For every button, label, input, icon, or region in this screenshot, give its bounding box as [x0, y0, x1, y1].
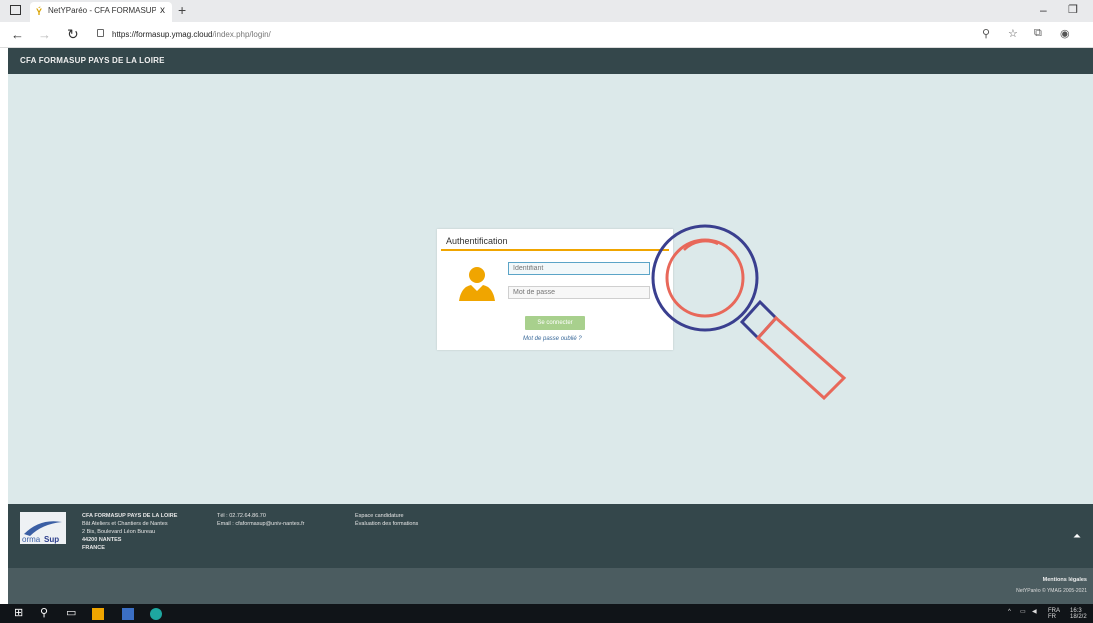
address-bar-row: ← → ↻ https://formasup.ymag.cloud/index.…: [0, 22, 1093, 48]
search-icon[interactable]: ⚲: [40, 607, 48, 620]
footer-org-name: CFA FORMASUP PAYS DE LA LOIRE: [82, 513, 178, 519]
reload-icon[interactable]: ↻: [67, 26, 79, 43]
url-field[interactable]: https://formasup.ymag.cloud/index.php/lo…: [112, 30, 271, 39]
language-sub: FR: [1048, 614, 1056, 620]
profile-icon[interactable]: ◉: [1060, 27, 1070, 40]
svg-text:Sup: Sup: [44, 535, 59, 544]
file-explorer-icon[interactable]: [92, 608, 104, 620]
formasup-logo: orma Sup: [20, 512, 66, 544]
os-taskbar: ⊞ ⚲ ▭ ^ ▭ ◀ FRA FR 16:3 18/2/2: [0, 604, 1093, 623]
favorite-star-icon[interactable]: ☆: [1008, 27, 1018, 40]
tab-close-icon[interactable]: x: [160, 5, 165, 16]
language-indicator[interactable]: FRA FR: [1048, 608, 1060, 620]
url-path: /index.php/login/: [212, 30, 271, 39]
site-header: CFA FORMASUP PAYS DE LA LOIRE: [8, 48, 1093, 74]
footer-bottom: Mentions légales NetYParéo © YMAG 2005-2…: [8, 568, 1093, 604]
footer-link-evaluation[interactable]: Évaluation des formations: [355, 520, 418, 528]
network-icon[interactable]: ▭: [1020, 609, 1026, 615]
footer-phone: Tél : 02.72.64.86.70: [217, 513, 266, 519]
app-icon[interactable]: [122, 608, 134, 620]
forward-icon[interactable]: →: [38, 27, 51, 42]
restore-icon[interactable]: ❐: [1068, 3, 1078, 16]
login-card: Authentification Se connecter Mot de pas…: [437, 229, 673, 350]
legal-link[interactable]: Mentions légales: [1043, 577, 1087, 583]
user-avatar-icon: [459, 267, 495, 301]
login-button[interactable]: Se connecter: [525, 316, 585, 330]
footer-contact: Tél : 02.72.64.86.70 Email : cfaformasup…: [217, 512, 305, 528]
volume-icon[interactable]: ◀: [1032, 609, 1037, 615]
site-title: CFA FORMASUP PAYS DE LA LOIRE: [20, 56, 165, 65]
footer-address-line: 44200 NANTES: [82, 537, 122, 543]
favicon-icon: Ý: [36, 7, 43, 17]
forgot-password-link[interactable]: Mot de passe oublié ?: [523, 336, 582, 342]
site-footer: orma Sup CFA FORMASUP PAYS DE LA LOIRE B…: [8, 504, 1093, 568]
password-input[interactable]: [508, 286, 650, 299]
minimize-icon[interactable]: –: [1040, 3, 1047, 17]
footer-address-line: Bât Ateliers et Chantiers de Nantes: [82, 521, 168, 527]
copyright-text: NetYParéo © YMAG 2005-2021: [1016, 588, 1087, 594]
lock-icon[interactable]: [97, 29, 104, 37]
svg-text:orma: orma: [22, 535, 41, 544]
url-host: https://formasup.ymag.cloud: [112, 30, 213, 39]
back-icon[interactable]: ←: [11, 27, 24, 42]
tray-chevron-icon[interactable]: ^: [1008, 609, 1011, 615]
edge-browser-icon[interactable]: [150, 608, 162, 620]
footer-link-candidature[interactable]: Espace candidature: [355, 512, 418, 520]
footer-links: Espace candidature Évaluation des format…: [355, 512, 418, 528]
read-aloud-icon[interactable]: ⚲: [982, 27, 990, 40]
login-title: Authentification: [446, 236, 508, 246]
clock-date: 18/2/2: [1070, 614, 1087, 620]
collections-icon[interactable]: ⧉: [1034, 27, 1042, 40]
magnifier-overlay-icon: [651, 224, 847, 400]
tab-title: NetYParéo - CFA FORMASUP PAYS DE LA LOIR…: [48, 6, 156, 15]
tab-actions-icon[interactable]: [10, 5, 21, 15]
username-input[interactable]: [508, 262, 650, 275]
title-underline: [441, 249, 669, 251]
scroll-top-icon[interactable]: ⏶: [1073, 531, 1081, 542]
footer-address-line: 2 Bis, Boulevard Léon Bureau: [82, 529, 156, 535]
new-tab-button[interactable]: +: [178, 2, 186, 18]
task-view-icon[interactable]: ▭: [66, 607, 76, 620]
windows-start-icon[interactable]: ⊞: [14, 607, 23, 620]
footer-email[interactable]: Email : cfaformasup@univ-nantes.fr: [217, 520, 305, 528]
browser-tabbar: Ý NetYParéo - CFA FORMASUP PAYS DE LA LO…: [0, 0, 1093, 22]
footer-address: CFA FORMASUP PAYS DE LA LOIRE Bât Atelie…: [82, 512, 177, 552]
browser-tab[interactable]: Ý NetYParéo - CFA FORMASUP PAYS DE LA LO…: [30, 2, 172, 22]
clock[interactable]: 16:3 18/2/2: [1070, 608, 1087, 620]
footer-address-line: FRANCE: [82, 545, 105, 551]
